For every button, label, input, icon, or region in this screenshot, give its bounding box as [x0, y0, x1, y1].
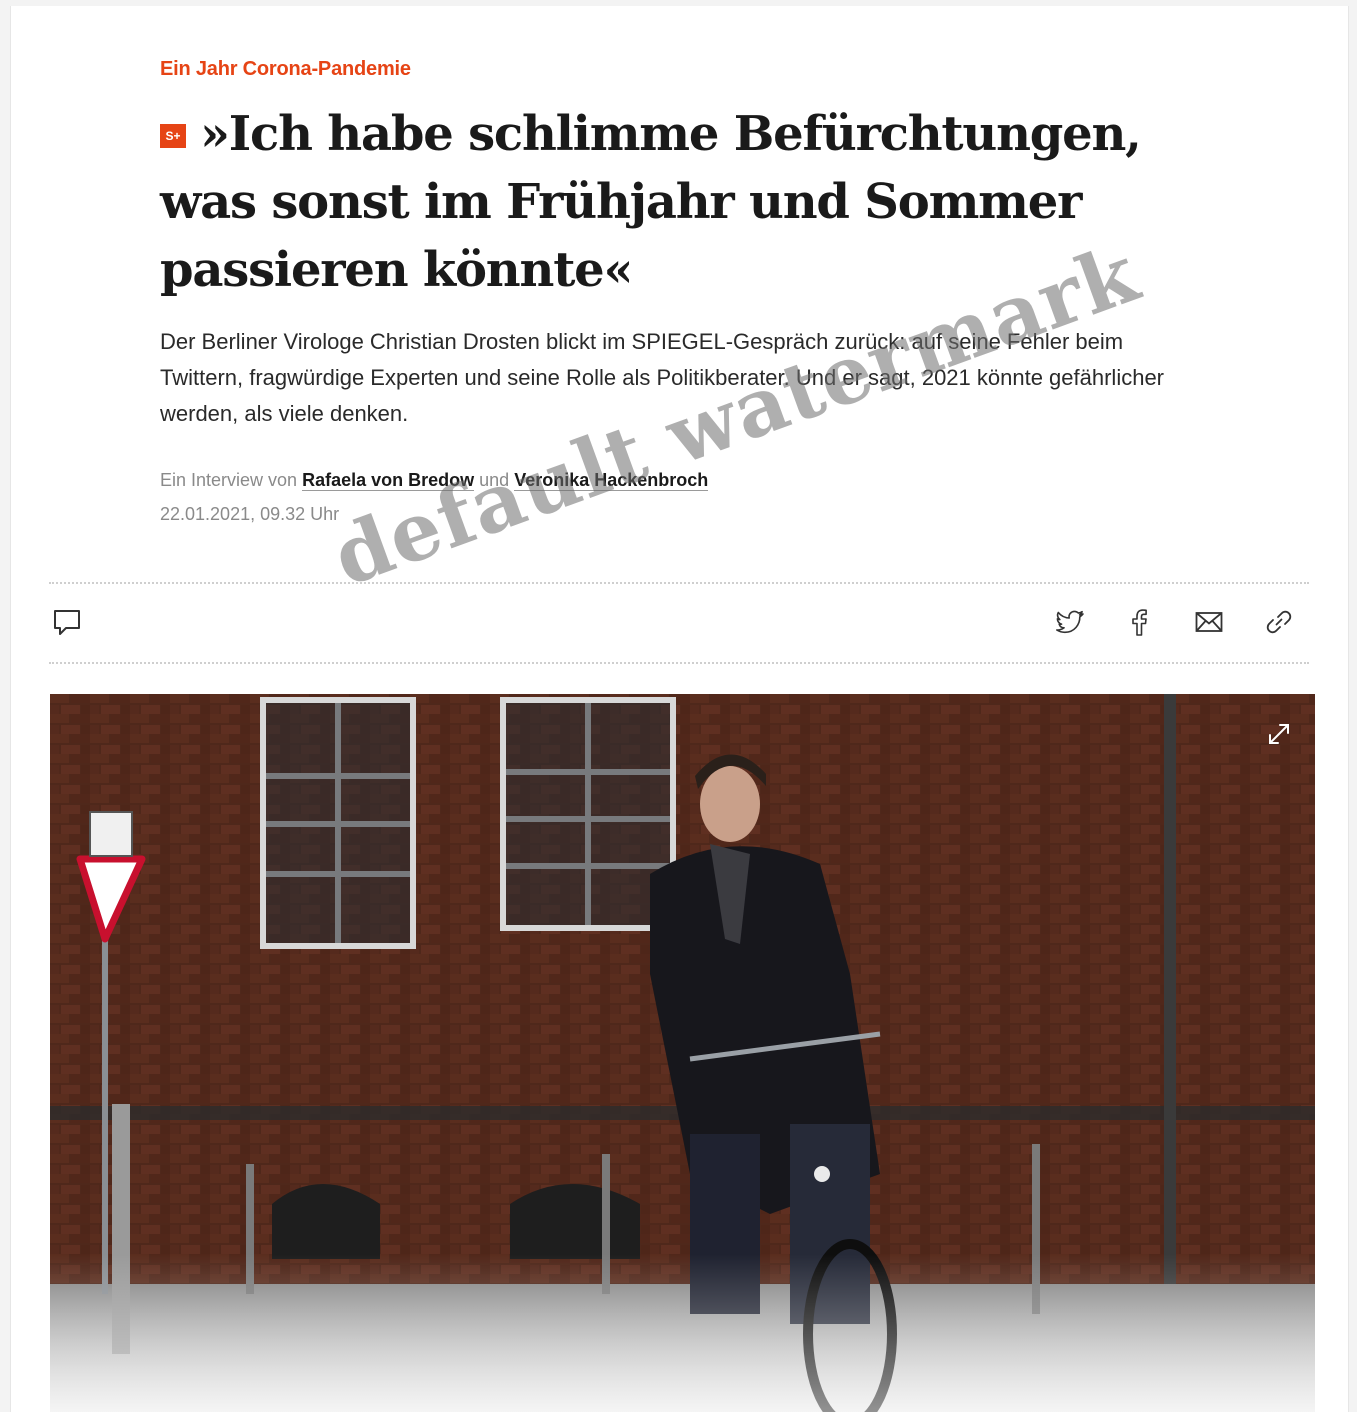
- headline-text: »Ich habe schlimme Befürchtungen, was so…: [160, 106, 1142, 298]
- hero-image[interactable]: [50, 694, 1315, 1412]
- expand-image-button[interactable]: [1261, 716, 1297, 752]
- article-kicker[interactable]: Ein Jahr Corona-Pandemie: [160, 58, 411, 81]
- copy-link-button[interactable]: [1261, 604, 1297, 640]
- facebook-icon: [1132, 609, 1147, 636]
- author-link-2[interactable]: Veronika Hackenbroch: [514, 470, 709, 491]
- divider-bottom: [49, 662, 1309, 664]
- byline-join: und: [479, 470, 510, 490]
- expand-icon: [1269, 724, 1289, 744]
- hero-photo-cyclist: [50, 694, 1315, 1412]
- divider-top: [49, 582, 1309, 584]
- byline: Ein Interview von Rafaela von Bredow und…: [160, 470, 709, 491]
- mail-icon: [1195, 612, 1223, 632]
- twitter-icon: [1056, 610, 1084, 634]
- spiegel-plus-badge: S+: [160, 124, 186, 148]
- comment-button[interactable]: [49, 604, 85, 640]
- comment-icon: [54, 610, 80, 635]
- article-headline: S+ »Ich habe schlimme Befürchtungen, was …: [160, 100, 1170, 304]
- author-link-1[interactable]: Rafaela von Bredow: [302, 470, 475, 491]
- link-icon: [1266, 610, 1292, 634]
- share-twitter-button[interactable]: [1053, 604, 1089, 640]
- share-facebook-button[interactable]: [1121, 604, 1157, 640]
- article-teaser: Der Berliner Virologe Christian Drosten …: [160, 329, 1165, 426]
- share-mail-button[interactable]: [1191, 604, 1227, 640]
- publish-date: 22.01.2021, 09.32 Uhr: [160, 504, 340, 524]
- article-page: Ein Jahr Corona-Pandemie S+ »Ich habe sch…: [10, 6, 1349, 1412]
- byline-prefix: Ein Interview von: [160, 470, 298, 490]
